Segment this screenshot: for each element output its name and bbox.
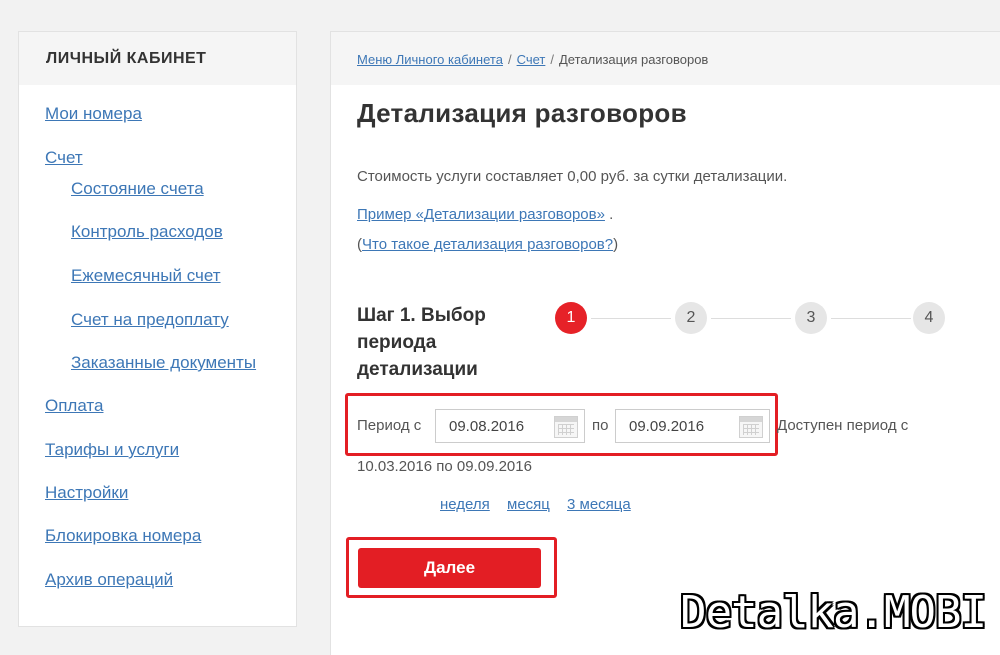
available-period-text: Доступен период с	[777, 417, 909, 434]
example-link[interactable]: Пример «Детализации разговоров»	[357, 206, 605, 223]
quick-3months-link[interactable]: 3 месяца	[567, 496, 631, 513]
step-connector	[711, 318, 791, 319]
sidebar-item-monthly-bill[interactable]: Ежемесячный счет	[71, 266, 221, 286]
cost-text: Стоимость услуги составляет 0,00 руб. за…	[357, 168, 788, 185]
breadcrumb: Меню Личного кабинета / Счет / Детализация р…	[331, 32, 1000, 85]
sidebar-item-account-status[interactable]: Состояние счета	[71, 179, 204, 199]
step-connector	[831, 318, 911, 319]
step-connector	[591, 318, 671, 319]
whatis-line: (Что такое детализация разговоров?)	[357, 236, 618, 253]
watermark: Detalka.MOBI	[680, 587, 987, 638]
sidebar-item-my-numbers[interactable]: Мои номера	[45, 104, 142, 124]
breadcrumb-link-account[interactable]: Счет	[517, 52, 546, 67]
whatis-link[interactable]: Что такое детализация разговоров?	[362, 236, 613, 253]
quick-month-link[interactable]: месяц	[507, 496, 550, 513]
sidebar-item-payment[interactable]: Оплата	[45, 396, 103, 416]
sidebar-item-block-number[interactable]: Блокировка номера	[45, 526, 201, 546]
main-panel: Меню Личного кабинета / Счет / Детализация р…	[330, 31, 1000, 655]
step-3: 3	[795, 302, 827, 334]
stepper: 1 2 3 4	[555, 302, 947, 336]
available-period-range: 10.03.2016 по 09.09.2016	[357, 458, 532, 475]
sidebar-item-tariffs[interactable]: Тарифы и услуги	[45, 440, 179, 460]
sidebar-title: ЛИЧНЫЙ КАБИНЕТ	[19, 32, 296, 85]
sidebar-item-operations-archive[interactable]: Архив операций	[45, 570, 173, 590]
whatis-suffix: )	[613, 236, 619, 253]
sidebar-item-ordered-docs[interactable]: Заказанные документы	[71, 353, 256, 373]
sidebar-item-account[interactable]: Счет	[45, 148, 83, 168]
calendar-icon[interactable]	[554, 416, 578, 438]
breadcrumb-separator: /	[507, 52, 512, 67]
sidebar-item-settings[interactable]: Настройки	[45, 483, 128, 503]
step-1: 1	[555, 302, 587, 334]
sidebar: ЛИЧНЫЙ КАБИНЕТ Мои номера Счет Состояние…	[18, 31, 297, 627]
step-2: 2	[675, 302, 707, 334]
step-4: 4	[913, 302, 945, 334]
example-suffix: .	[609, 206, 614, 223]
period-from-label: Период с	[357, 417, 422, 434]
page-title: Детализация разговоров	[357, 98, 687, 128]
quick-week-link[interactable]: неделя	[440, 496, 490, 513]
breadcrumb-current: Детализация разговоров	[558, 52, 709, 67]
date-from-input[interactable]: 09.08.2016	[435, 409, 585, 443]
date-from-value: 09.08.2016	[449, 418, 525, 435]
period-to-label: по	[592, 417, 609, 434]
next-button[interactable]: Далее	[358, 548, 541, 588]
breadcrumb-separator: /	[550, 52, 554, 67]
calendar-icon[interactable]	[739, 416, 763, 438]
date-to-value: 09.09.2016	[629, 418, 705, 435]
date-to-input[interactable]: 09.09.2016	[615, 409, 770, 443]
breadcrumb-link-cabinet-menu[interactable]: Меню Личного кабинета	[357, 52, 503, 67]
sidebar-item-prepay-bill[interactable]: Счет на предоплату	[71, 310, 229, 330]
example-line: Пример «Детализации разговоров» .	[357, 206, 613, 223]
sidebar-item-expense-control[interactable]: Контроль расходов	[71, 222, 223, 242]
step-title: Шаг 1. Выбор периода детализации	[357, 305, 486, 380]
